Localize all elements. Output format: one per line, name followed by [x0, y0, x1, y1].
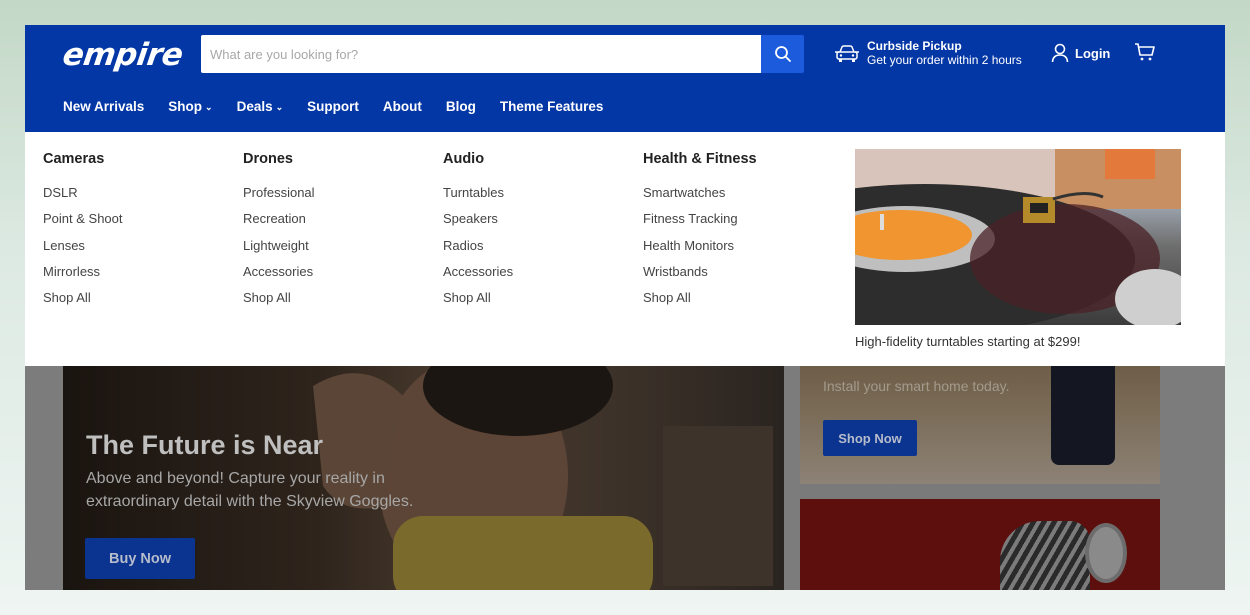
nav-shop[interactable]: Shop ⌄ [168, 99, 212, 114]
user-icon [1051, 43, 1069, 63]
headphones-banner[interactable] [800, 499, 1160, 590]
menu-link[interactable]: Shop All [643, 285, 833, 311]
menu-link[interactable]: Radios [443, 233, 633, 259]
pickup-subtitle: Get your order within 2 hours [867, 53, 1022, 67]
menu-column-title[interactable]: Cameras [43, 151, 233, 167]
cart-button[interactable] [1134, 42, 1156, 67]
menu-link[interactable]: Professional [243, 180, 433, 206]
search-icon [774, 46, 791, 62]
menu-column-title[interactable]: Audio [443, 151, 633, 167]
mega-menu-dropdown: Cameras DSLR Point & Shoot Lenses Mirror… [25, 132, 1225, 366]
nav-theme-features[interactable]: Theme Features [500, 99, 604, 114]
menu-link[interactable]: Lightweight [243, 233, 433, 259]
menu-column-health-fitness: Health & Fitness Smartwatches Fitness Tr… [643, 151, 833, 311]
turntable-photo [855, 149, 1181, 325]
smart-speaker-image [1051, 366, 1115, 465]
empire-logo[interactable]: empire [60, 37, 185, 73]
nav-label: About [382, 99, 422, 114]
hero-banner: The Future is Near Above and beyond! Cap… [63, 366, 784, 590]
chevron-down-icon: ⌄ [205, 102, 213, 112]
chevron-down-icon: ⌄ [275, 102, 284, 112]
main-nav: New Arrivals Shop ⌄ Deals ⌄ Support About … [63, 99, 627, 114]
menu-link[interactable]: Accessories [443, 259, 633, 285]
promo-caption[interactable]: High-fidelity turntables starting at $29… [855, 334, 1080, 349]
menu-link[interactable]: Shop All [443, 285, 633, 311]
search-input[interactable] [201, 35, 761, 73]
zebra-headphones-image [1000, 521, 1090, 590]
site-header: empire Curbside Picku [25, 25, 1225, 132]
nav-blog[interactable]: Blog [446, 99, 476, 114]
menu-column-cameras: Cameras DSLR Point & Shoot Lenses Mirror… [43, 151, 233, 311]
menu-link[interactable]: DSLR [43, 180, 233, 206]
menu-link[interactable]: Speakers [443, 206, 633, 232]
pickup-text: Curbside Pickup Get your order within 2 … [867, 39, 1022, 68]
pickup-title: Curbside Pickup [867, 39, 962, 53]
menu-column-drones: Drones Professional Recreation Lightweig… [243, 151, 433, 311]
menu-link[interactable]: Accessories [243, 259, 433, 285]
nav-label: Shop [168, 99, 203, 114]
hero-description: Above and beyond! Capture your reality i… [86, 470, 414, 510]
headphone-earcup [1085, 523, 1127, 583]
menu-link[interactable]: Shop All [43, 285, 233, 311]
page-overlay-right [1160, 366, 1225, 590]
menu-column-title[interactable]: Drones [243, 151, 433, 167]
page-overlay-gap [784, 366, 800, 590]
nav-support[interactable]: Support [307, 99, 359, 114]
page-overlay-left [25, 366, 63, 590]
buy-now-button[interactable]: Buy Now [85, 538, 195, 579]
menu-link[interactable]: Lenses [43, 233, 233, 259]
menu-link[interactable]: Health Monitors [643, 233, 833, 259]
nav-label: Blog [445, 99, 476, 114]
smart-home-text: Install your smart home today. [823, 378, 1010, 394]
menu-link[interactable]: Recreation [243, 206, 433, 232]
menu-column-title[interactable]: Health & Fitness [643, 151, 833, 167]
menu-link[interactable]: Point & Shoot [43, 206, 233, 232]
browser-viewport: The Future is Near Above and beyond! Cap… [25, 25, 1225, 590]
nav-label: Support [307, 99, 359, 114]
nav-label: Deals [236, 99, 273, 114]
smart-home-banner: Install your smart home today. Shop Now [800, 366, 1160, 484]
menu-link[interactable]: Shop All [243, 285, 433, 311]
nav-about[interactable]: About [383, 99, 422, 114]
hero-title: The Future is Near [86, 430, 324, 460]
nav-label: New Arrivals [63, 99, 145, 114]
nav-new-arrivals[interactable]: New Arrivals [63, 99, 144, 114]
menu-link[interactable]: Wristbands [643, 259, 833, 285]
login-link[interactable]: Login [1051, 43, 1110, 63]
menu-link[interactable]: Fitness Tracking [643, 206, 833, 232]
curbside-pickup[interactable]: Curbside Pickup Get your order within 2 … [835, 39, 1022, 68]
menu-link[interactable]: Turntables [443, 180, 633, 206]
menu-link[interactable]: Mirrorless [43, 259, 233, 285]
nav-deals[interactable]: Deals ⌄ [237, 99, 284, 114]
nav-label: Theme Features [499, 99, 604, 114]
turntable-promo-image[interactable] [855, 149, 1181, 325]
menu-link[interactable]: Smartwatches [643, 180, 833, 206]
search-button[interactable] [761, 35, 804, 73]
car-icon [835, 44, 859, 62]
cart-icon [1135, 43, 1155, 61]
login-label: Login [1075, 45, 1111, 61]
search-bar [201, 35, 804, 73]
menu-column-audio: Audio Turntables Speakers Radios Accesso… [443, 151, 633, 311]
shop-now-button[interactable]: Shop Now [823, 420, 917, 456]
